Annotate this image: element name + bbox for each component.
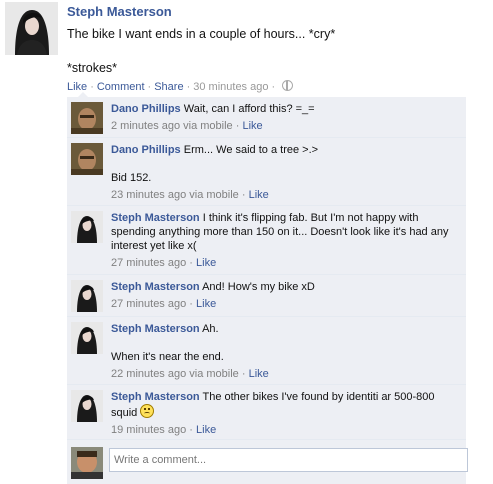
commenter-avatar[interactable] [71, 143, 103, 175]
post-text: The bike I want ends in a couple of hour… [67, 27, 336, 75]
comment-body: Steph Masterson The other bikes I've fou… [111, 390, 456, 437]
commenter-avatar[interactable] [71, 211, 103, 243]
comment-timestamp[interactable]: 27 minutes ago [111, 298, 186, 310]
comment-body: Steph Masterson I think it's flipping fa… [111, 211, 456, 270]
comment-author[interactable]: Steph Masterson [111, 391, 200, 403]
comment-body: Dano Phillips Wait, can I afford this? =… [111, 102, 456, 133]
post-author[interactable]: Steph Masterson [67, 4, 172, 19]
globe-icon[interactable] [282, 80, 294, 91]
separator: · [147, 81, 152, 93]
comment-timestamp[interactable]: 27 minutes ago [111, 257, 186, 269]
comment: Steph Masterson And! How's my bike xD 27… [67, 275, 466, 317]
comment-body: Dano Phillips Erm... We said to a tree >… [111, 143, 456, 202]
comment-meta: 22 minutes ago via mobile · Like [111, 367, 456, 381]
comment: Steph Masterson The other bikes I've fou… [67, 385, 466, 440]
commenter-avatar[interactable] [71, 390, 103, 422]
comment-meta: 19 minutes ago · Like [111, 423, 456, 437]
comment-input[interactable]: Write a comment... [109, 448, 468, 472]
commenter-avatar[interactable] [71, 322, 103, 354]
comment-timestamp[interactable]: 23 minutes ago via mobile [111, 189, 239, 201]
comment-timestamp[interactable]: 2 minutes ago via mobile [111, 120, 233, 132]
separator: · [235, 120, 240, 132]
reply-box: Write a comment... [67, 440, 468, 484]
frown-emoticon-icon [140, 404, 155, 418]
comment-author[interactable]: Dano Phillips [111, 103, 181, 115]
separator: · [189, 424, 193, 436]
separator: · [271, 81, 276, 93]
comment-timestamp[interactable]: 19 minutes ago [111, 424, 186, 436]
comment-like-link[interactable]: Like [242, 120, 262, 132]
comment-author[interactable]: Dano Phillips [111, 144, 181, 156]
comment-body: Steph Masterson And! How's my bike xD 27… [111, 280, 456, 311]
comments-list: Dano Phillips Wait, can I afford this? =… [67, 97, 468, 484]
comment-meta: 27 minutes ago · Like [111, 256, 456, 270]
comment: Steph Masterson Ah. When it's near the e… [67, 317, 466, 385]
comment-author[interactable]: Steph Masterson [111, 212, 200, 224]
separator: · [241, 368, 246, 380]
comment-author[interactable]: Steph Masterson [111, 323, 200, 335]
comment-text: Wait, can I afford this? =_= [183, 103, 315, 115]
comment-like-link[interactable]: Like [196, 298, 216, 310]
share-link[interactable]: Share [154, 81, 183, 93]
separator: · [241, 189, 246, 201]
post-timestamp[interactable]: 30 minutes ago [193, 81, 268, 93]
comment-meta: 27 minutes ago · Like [111, 297, 456, 311]
comment-like-link[interactable]: Like [196, 257, 216, 269]
comment-like-link[interactable]: Like [196, 424, 216, 436]
commenter-avatar[interactable] [71, 280, 103, 312]
commenter-avatar[interactable] [71, 102, 103, 134]
comment-meta: 2 minutes ago via mobile · Like [111, 119, 456, 133]
comment-like-link[interactable]: Like [249, 368, 269, 380]
comment-timestamp[interactable]: 22 minutes ago via mobile [111, 368, 239, 380]
comment: Steph Masterson I think it's flipping fa… [67, 206, 466, 275]
current-user-avatar[interactable] [71, 447, 103, 479]
separator: · [186, 81, 191, 93]
post-author-avatar[interactable] [5, 2, 58, 55]
comment-like-link[interactable]: Like [249, 189, 269, 201]
comment-text: And! How's my bike xD [202, 281, 315, 293]
comment-author[interactable]: Steph Masterson [111, 281, 200, 293]
separator: · [189, 257, 193, 269]
comment: Dano Phillips Erm... We said to a tree >… [67, 138, 466, 206]
post-actions: Like · Comment · Share · 30 minutes ago · [67, 80, 294, 93]
separator: · [90, 81, 94, 93]
separator: · [189, 298, 193, 310]
comment-body: Steph Masterson Ah. When it's near the e… [111, 322, 456, 381]
comment-meta: 23 minutes ago via mobile · Like [111, 188, 456, 202]
comment: Dano Phillips Wait, can I afford this? =… [67, 97, 466, 138]
comment-link[interactable]: Comment [97, 81, 145, 93]
